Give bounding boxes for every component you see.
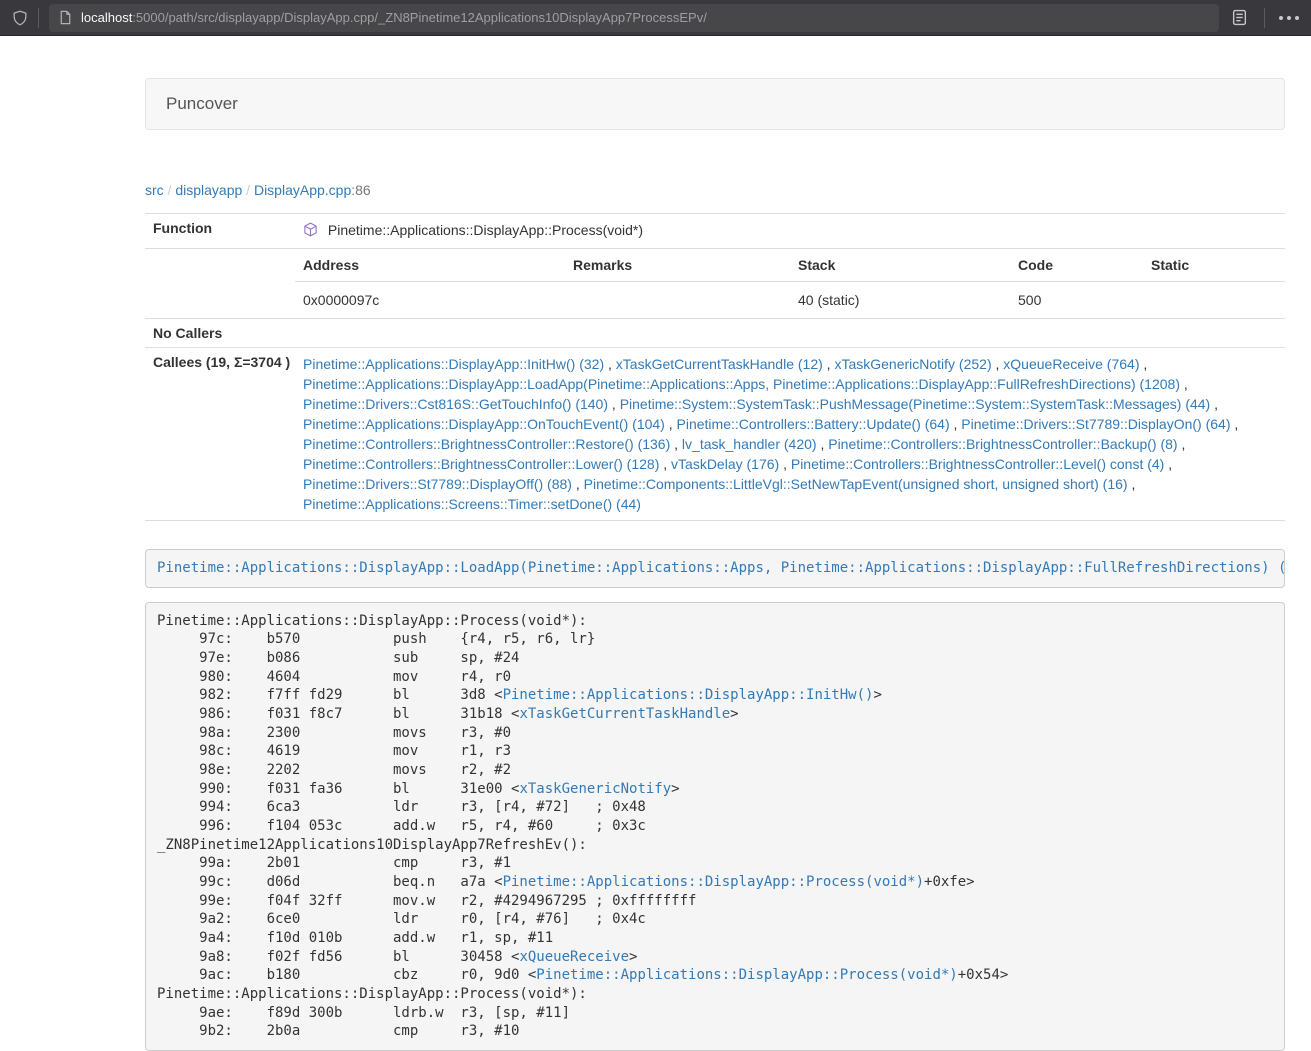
table-row-details: Address Remarks Stack Code Static 0x0000…: [145, 249, 1285, 319]
loadapp-snippet: Pinetime::Applications::DisplayApp::Load…: [145, 549, 1285, 588]
col-static: Static: [1143, 249, 1285, 282]
callers-row-label: No Callers: [145, 319, 295, 348]
function-symbol-name: Pinetime::Applications::DisplayApp::Proc…: [328, 222, 643, 238]
code-value: 500: [1010, 282, 1143, 319]
callee-link[interactable]: Pinetime::Controllers::BrightnessControl…: [303, 436, 670, 452]
col-address: Address: [295, 249, 565, 282]
callee-link[interactable]: Pinetime::Components::LittleVgl::SetNewT…: [584, 476, 1128, 492]
callee-link[interactable]: Pinetime::Controllers::BrightnessControl…: [303, 456, 659, 472]
empty-label: [145, 249, 295, 319]
asm-symbol-link[interactable]: Pinetime::Applications::DisplayApp::Init…: [503, 687, 874, 703]
callee-link[interactable]: Pinetime::Drivers::St7789::DisplayOff() …: [303, 476, 572, 492]
function-symbol-cell: Pinetime::Applications::DisplayApp::Proc…: [295, 214, 1285, 249]
toolbar-divider: [38, 8, 39, 28]
symbol-cube-icon: [303, 224, 322, 240]
col-code: Code: [1010, 249, 1143, 282]
breadcrumb-link[interactable]: DisplayApp.cpp: [254, 182, 351, 198]
callee-link[interactable]: Pinetime::Drivers::St7789::DisplayOn() (…: [961, 416, 1230, 432]
page-info-icon[interactable]: [58, 10, 73, 25]
asm-symbol-link[interactable]: Pinetime::Applications::DisplayApp::Proc…: [503, 874, 924, 890]
details-header-row: Address Remarks Stack Code Static: [295, 249, 1285, 282]
details-value-row: 0x0000097c 40 (static) 500: [295, 282, 1285, 319]
remarks-value: [565, 282, 790, 319]
function-details-table: Address Remarks Stack Code Static 0x0000…: [295, 249, 1285, 318]
function-table: Function Pinetime::Applications::Display…: [145, 214, 1285, 521]
asm-symbol-link[interactable]: xQueueReceive: [519, 949, 629, 965]
breadcrumb: src / displayapp / DisplayApp.cpp:86: [145, 182, 1285, 198]
url-text: localhost:5000/path/src/displayapp/Displ…: [81, 10, 707, 25]
callee-link[interactable]: Pinetime::Applications::DisplayApp::Init…: [303, 356, 604, 372]
callers-cell: [295, 319, 1285, 348]
app-header-panel: Puncover: [145, 78, 1285, 130]
asm-symbol-link[interactable]: xTaskGenericNotify: [519, 781, 671, 797]
asm-symbol-link[interactable]: Pinetime::Applications::DisplayApp::Proc…: [536, 967, 957, 983]
callee-link[interactable]: Pinetime::Drivers::Cst816S::GetTouchInfo…: [303, 396, 608, 412]
callee-link[interactable]: Pinetime::Controllers::Battery::Update()…: [677, 416, 950, 432]
page-container: Puncover src / displayapp / DisplayApp.c…: [145, 78, 1285, 1051]
callee-link[interactable]: vTaskDelay (176): [671, 456, 779, 472]
browser-toolbar: localhost:5000/path/src/displayapp/Displ…: [0, 0, 1311, 36]
callee-link[interactable]: Pinetime::Applications::Screens::Timer::…: [303, 496, 641, 512]
callee-link[interactable]: Pinetime::System::SystemTask::PushMessag…: [620, 396, 1211, 412]
breadcrumb-line-number: :86: [351, 182, 370, 198]
shield-icon[interactable]: [12, 10, 28, 26]
breadcrumb-separator: /: [242, 182, 254, 198]
function-row-label: Function: [145, 214, 295, 249]
col-stack: Stack: [790, 249, 1010, 282]
menu-icon[interactable]: [1279, 16, 1299, 20]
col-remarks: Remarks: [565, 249, 790, 282]
table-row-function: Function Pinetime::Applications::Display…: [145, 214, 1285, 249]
callee-link[interactable]: xQueueReceive (764): [1003, 356, 1139, 372]
breadcrumb-separator: /: [164, 182, 176, 198]
callee-link[interactable]: Pinetime::Controllers::BrightnessControl…: [791, 456, 1164, 472]
table-row-callees: Callees (19, Σ=3704 ) Pinetime::Applicat…: [145, 348, 1285, 521]
callee-link[interactable]: Pinetime::Controllers::BrightnessControl…: [828, 436, 1177, 452]
callees-row-label: Callees (19, Σ=3704 ): [145, 348, 295, 521]
static-value: [1143, 282, 1285, 319]
assembly-listing: Pinetime::Applications::DisplayApp::Proc…: [145, 602, 1285, 1051]
callee-link[interactable]: Pinetime::Applications::DisplayApp::OnTo…: [303, 416, 665, 432]
breadcrumb-link[interactable]: displayapp: [175, 182, 242, 198]
loadapp-link[interactable]: Pinetime::Applications::DisplayApp::Load…: [157, 560, 1285, 576]
asm-symbol-link[interactable]: xTaskGetCurrentTaskHandle: [519, 706, 730, 722]
callee-link[interactable]: lv_task_handler (420): [682, 436, 817, 452]
url-bar[interactable]: localhost:5000/path/src/displayapp/Displ…: [49, 4, 1219, 32]
address-value: 0x0000097c: [295, 282, 565, 319]
url-host: localhost: [81, 10, 132, 25]
callees-cell: Pinetime::Applications::DisplayApp::Init…: [295, 348, 1285, 521]
url-path: :5000/path/src/displayapp/DisplayApp.cpp…: [132, 10, 707, 25]
callee-link[interactable]: xTaskGetCurrentTaskHandle (12): [616, 356, 823, 372]
callee-link[interactable]: Pinetime::Applications::DisplayApp::Load…: [303, 376, 1180, 392]
table-row-callers: No Callers: [145, 319, 1285, 348]
stack-value: 40 (static): [790, 282, 1010, 319]
callee-link[interactable]: xTaskGenericNotify (252): [834, 356, 991, 372]
toolbar-divider: [1264, 8, 1265, 28]
reader-mode-icon[interactable]: [1231, 9, 1248, 26]
breadcrumb-link[interactable]: src: [145, 182, 164, 198]
page-title: Puncover: [166, 94, 238, 113]
